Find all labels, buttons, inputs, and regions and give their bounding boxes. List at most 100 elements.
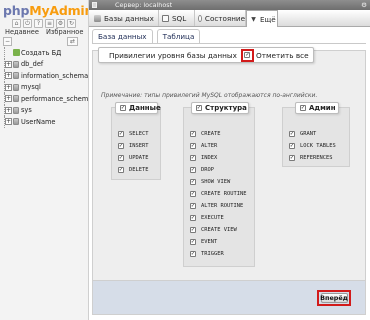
phpmyadmin-window: phpMyAdmin ⌂ ⏻ ? ≡ ⚙ ↻ Недавнее Избранно… xyxy=(0,0,370,320)
server-breadcrumb-bar: Сервер: localhost ⚙ xyxy=(89,0,370,10)
expand-icon[interactable]: + xyxy=(5,60,12,68)
tree-item-label: mysql xyxy=(21,83,41,92)
privilege-show-view[interactable]: ✓ SHOW VIEW xyxy=(184,176,254,188)
privilege-insert[interactable]: ✓ INSERT xyxy=(112,140,160,152)
help-icon[interactable]: ? xyxy=(34,19,43,28)
database-icon xyxy=(13,95,19,103)
privilege-checkbox[interactable]: ✓ xyxy=(190,227,196,233)
privilege-label: EXECUTE xyxy=(201,215,224,221)
privilege-event[interactable]: ✓ EVENT xyxy=(184,236,254,248)
tree-item-new-database[interactable]: Создать БД xyxy=(0,47,88,59)
privilege-checkbox[interactable]: ✓ xyxy=(118,143,124,149)
check-all-label[interactable]: Отметить все xyxy=(256,51,309,60)
tab-sql[interactable]: SQL xyxy=(159,10,195,26)
go-button[interactable]: Вперёд xyxy=(320,293,348,303)
privilege-level-tabs: База данных Таблица xyxy=(92,29,201,44)
tree-item-mysql[interactable]: + mysql xyxy=(0,81,88,93)
nav-tabs: Недавнее Избранное xyxy=(5,28,83,36)
tree-item-label: performance_schema xyxy=(21,94,89,103)
group-legend-structure: ✓ Структура xyxy=(191,102,249,114)
tree-connector xyxy=(4,47,10,59)
privilege-grant[interactable]: ✓ GRANT xyxy=(283,128,349,140)
tree-item-sys[interactable]: + sys xyxy=(0,104,88,116)
expand-icon[interactable]: + xyxy=(5,95,12,103)
privilege-label: REFERENCES xyxy=(300,155,333,161)
expand-icon[interactable]: + xyxy=(5,83,12,91)
privilege-checkbox[interactable]: ✓ xyxy=(190,179,196,185)
privilege-checkbox[interactable]: ✓ xyxy=(190,131,196,137)
privilege-checkbox[interactable]: ✓ xyxy=(190,239,196,245)
chevron-down-icon: ▼ xyxy=(251,15,256,23)
privilege-list: ✓ CREATE ✓ ALTER ✓ INDEX ✓ DROP ✓ SHOW VIEW ✓… xyxy=(184,128,254,260)
privilege-checkbox[interactable]: ✓ xyxy=(118,131,124,137)
privilege-checkbox[interactable]: ✓ xyxy=(289,155,295,161)
link-with-main-icon[interactable]: ⇄ xyxy=(67,37,78,46)
privilege-label: SELECT xyxy=(129,131,149,137)
privilege-label: UPDATE xyxy=(129,155,149,161)
database-icon xyxy=(13,106,19,114)
privilege-checkbox[interactable]: ✓ xyxy=(190,251,196,257)
privilege-create[interactable]: ✓ CREATE xyxy=(184,128,254,140)
expand-icon[interactable]: + xyxy=(5,72,12,80)
privilege-create-routine[interactable]: ✓ CREATE ROUTINE xyxy=(184,188,254,200)
privilege-drop[interactable]: ✓ DROP xyxy=(184,164,254,176)
nav-tab-recent[interactable]: Недавнее xyxy=(5,28,39,36)
tree-item-information-schema[interactable]: + information_schema xyxy=(0,70,88,82)
navigation-panel: phpMyAdmin ⌂ ⏻ ? ≡ ⚙ ↻ Недавнее Избранно… xyxy=(0,0,89,320)
privilege-update[interactable]: ✓ UPDATE xyxy=(112,152,160,164)
privilege-checkbox[interactable]: ✓ xyxy=(190,143,196,149)
privilege-trigger[interactable]: ✓ TRIGGER xyxy=(184,248,254,260)
expand-icon[interactable]: + xyxy=(5,118,12,126)
privilege-checkbox[interactable]: ✓ xyxy=(289,143,295,149)
gear-icon[interactable]: ⚙ xyxy=(361,1,367,9)
privilege-select[interactable]: ✓ SELECT xyxy=(112,128,160,140)
privilege-label: INSERT xyxy=(129,143,149,149)
tree-item-username[interactable]: + UserName xyxy=(0,116,88,128)
database-icon xyxy=(94,14,101,22)
privilege-checkbox[interactable]: ✓ xyxy=(118,155,124,161)
phpmyadmin-logo[interactable]: phpMyAdmin xyxy=(3,3,88,18)
privilege-index[interactable]: ✓ INDEX xyxy=(184,152,254,164)
tree-item-db-def[interactable]: + db_def xyxy=(0,58,88,70)
tab-status[interactable]: Состояние xyxy=(195,10,246,26)
privilege-checkbox[interactable]: ✓ xyxy=(190,203,196,209)
nav-tab-favorites[interactable]: Избранное xyxy=(46,28,83,36)
group-title: Структура xyxy=(205,104,247,112)
home-icon[interactable]: ⌂ xyxy=(12,19,21,28)
tabs-divider xyxy=(92,43,366,44)
privilege-checkbox[interactable]: ✓ xyxy=(190,167,196,173)
privilege-delete[interactable]: ✓ DELETE xyxy=(112,164,160,176)
expand-icon[interactable]: + xyxy=(5,106,12,114)
privilege-label: CREATE xyxy=(201,131,221,137)
privilege-checkbox[interactable]: ✓ xyxy=(190,155,196,161)
server-breadcrumb[interactable]: Сервер: localhost xyxy=(115,1,172,9)
privilege-execute[interactable]: ✓ EXECUTE xyxy=(184,212,254,224)
group-admin-checkbox[interactable]: ✓ xyxy=(300,105,306,111)
privilege-checkbox[interactable]: ✓ xyxy=(289,131,295,137)
docs-icon[interactable]: ≡ xyxy=(45,19,54,28)
privilege-create-view[interactable]: ✓ CREATE VIEW xyxy=(184,224,254,236)
settings-icon[interactable]: ⚙ xyxy=(56,19,65,28)
privilege-lock-tables[interactable]: ✓ LOCK TABLES xyxy=(283,140,349,152)
tree-item-performance-schema[interactable]: + performance_schema xyxy=(0,93,88,105)
privilege-alter[interactable]: ✓ ALTER xyxy=(184,140,254,152)
database-tree: Создать БД + db_def + information_schema… xyxy=(0,47,88,128)
reload-icon[interactable]: ↻ xyxy=(67,19,76,28)
group-structure-checkbox[interactable]: ✓ xyxy=(196,105,202,111)
tab-more[interactable]: ▼ Ещё xyxy=(246,10,278,27)
check-all-checkbox[interactable]: ✓ xyxy=(244,52,251,58)
privilege-checkbox[interactable]: ✓ xyxy=(118,167,124,173)
tab-table[interactable]: Таблица xyxy=(156,29,201,43)
group-data-checkbox[interactable]: ✓ xyxy=(120,105,126,111)
tab-databases[interactable]: Базы данных xyxy=(91,10,159,26)
privilege-checkbox[interactable]: ✓ xyxy=(190,215,196,221)
collapse-all-icon[interactable]: − xyxy=(3,37,12,46)
privilege-alter-routine[interactable]: ✓ ALTER ROUTINE xyxy=(184,200,254,212)
privilege-references[interactable]: ✓ REFERENCES xyxy=(283,152,349,164)
privilege-label: TRIGGER xyxy=(201,251,224,257)
group-admin: ✓ Админ ✓ GRANT ✓ LOCK TABLES ✓ REFERENCES xyxy=(282,102,350,167)
tree-item-label: db_def xyxy=(21,60,44,69)
tab-database[interactable]: База данных xyxy=(92,29,153,43)
privilege-checkbox[interactable]: ✓ xyxy=(190,191,196,197)
logout-icon[interactable]: ⏻ xyxy=(23,19,32,28)
